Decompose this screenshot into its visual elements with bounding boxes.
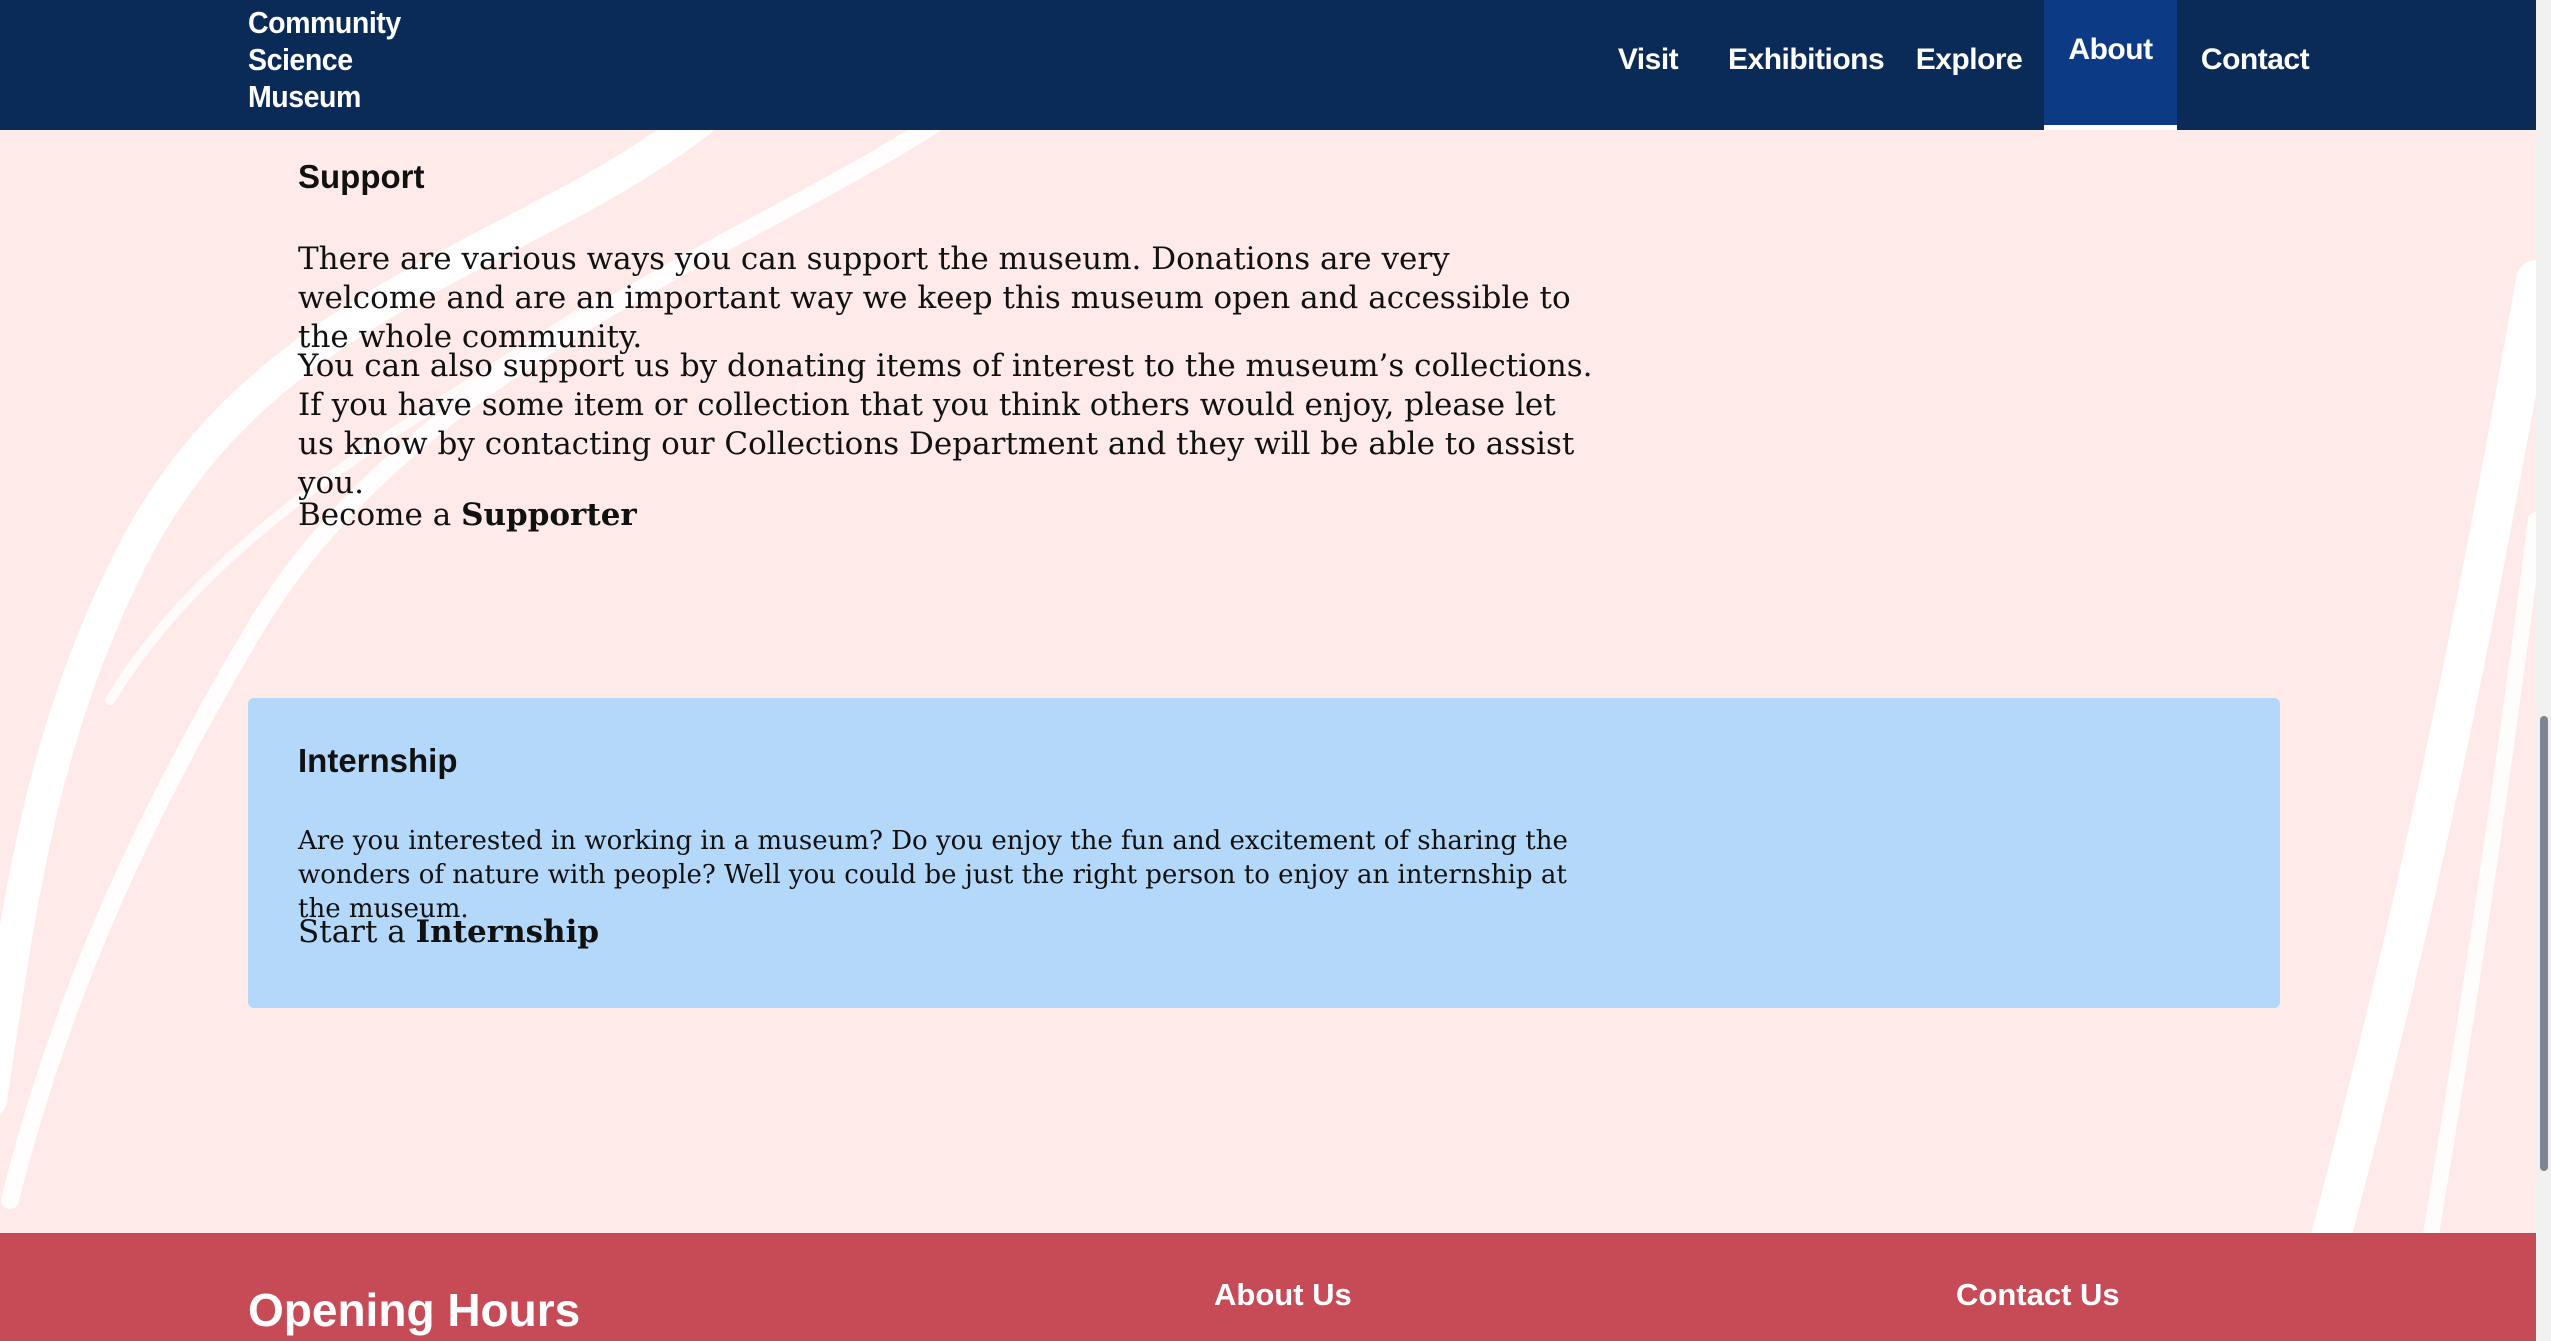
logo-line-3: Museum [248,79,361,114]
internship-text: Are you interested in working in a museu… [298,826,1568,924]
nav-explore[interactable]: Explore [1904,0,2034,130]
logo-line-1: Community [248,5,401,40]
nav-contact[interactable]: Contact [2190,0,2320,130]
become-supporter-line: Become a Supporter [298,496,1598,535]
internship-cta-prefix: Start a [298,914,416,950]
site-logo[interactable]: Community Science Museum [248,4,401,115]
support-paragraph-1: There are various ways you can support t… [298,241,1571,355]
nav-about[interactable]: About [2044,0,2177,130]
footer-contact-heading: Contact Us [1956,1277,2120,1312]
page: Community Science Museum Visit Exhibitio… [0,0,2536,1341]
internship-heading: Internship [298,742,458,779]
nav-exhibitions[interactable]: Exhibitions [1728,0,1885,130]
footer-opening-hours-heading: Opening Hours [248,1284,581,1336]
internship-link[interactable]: Internship [416,914,599,950]
support-paragraph-2: You can also support us by donating item… [298,348,1593,501]
supporter-cta-prefix: Become a [298,497,462,533]
supporter-link[interactable]: Supporter [461,497,637,533]
start-internship-line: Start a Internship [298,914,599,950]
scrollbar-thumb[interactable] [2540,716,2548,1171]
nav-visit[interactable]: Visit [1596,0,1700,130]
internship-card: Internship Are you interested in working… [248,698,2280,1008]
footer-about-heading: About Us [1214,1277,1352,1312]
site-footer: Opening Hours About Us Contact Us [0,1233,2536,1341]
site-header: Community Science Museum Visit Exhibitio… [0,0,2536,130]
logo-line-2: Science [248,42,353,77]
support-heading: Support [298,158,425,195]
